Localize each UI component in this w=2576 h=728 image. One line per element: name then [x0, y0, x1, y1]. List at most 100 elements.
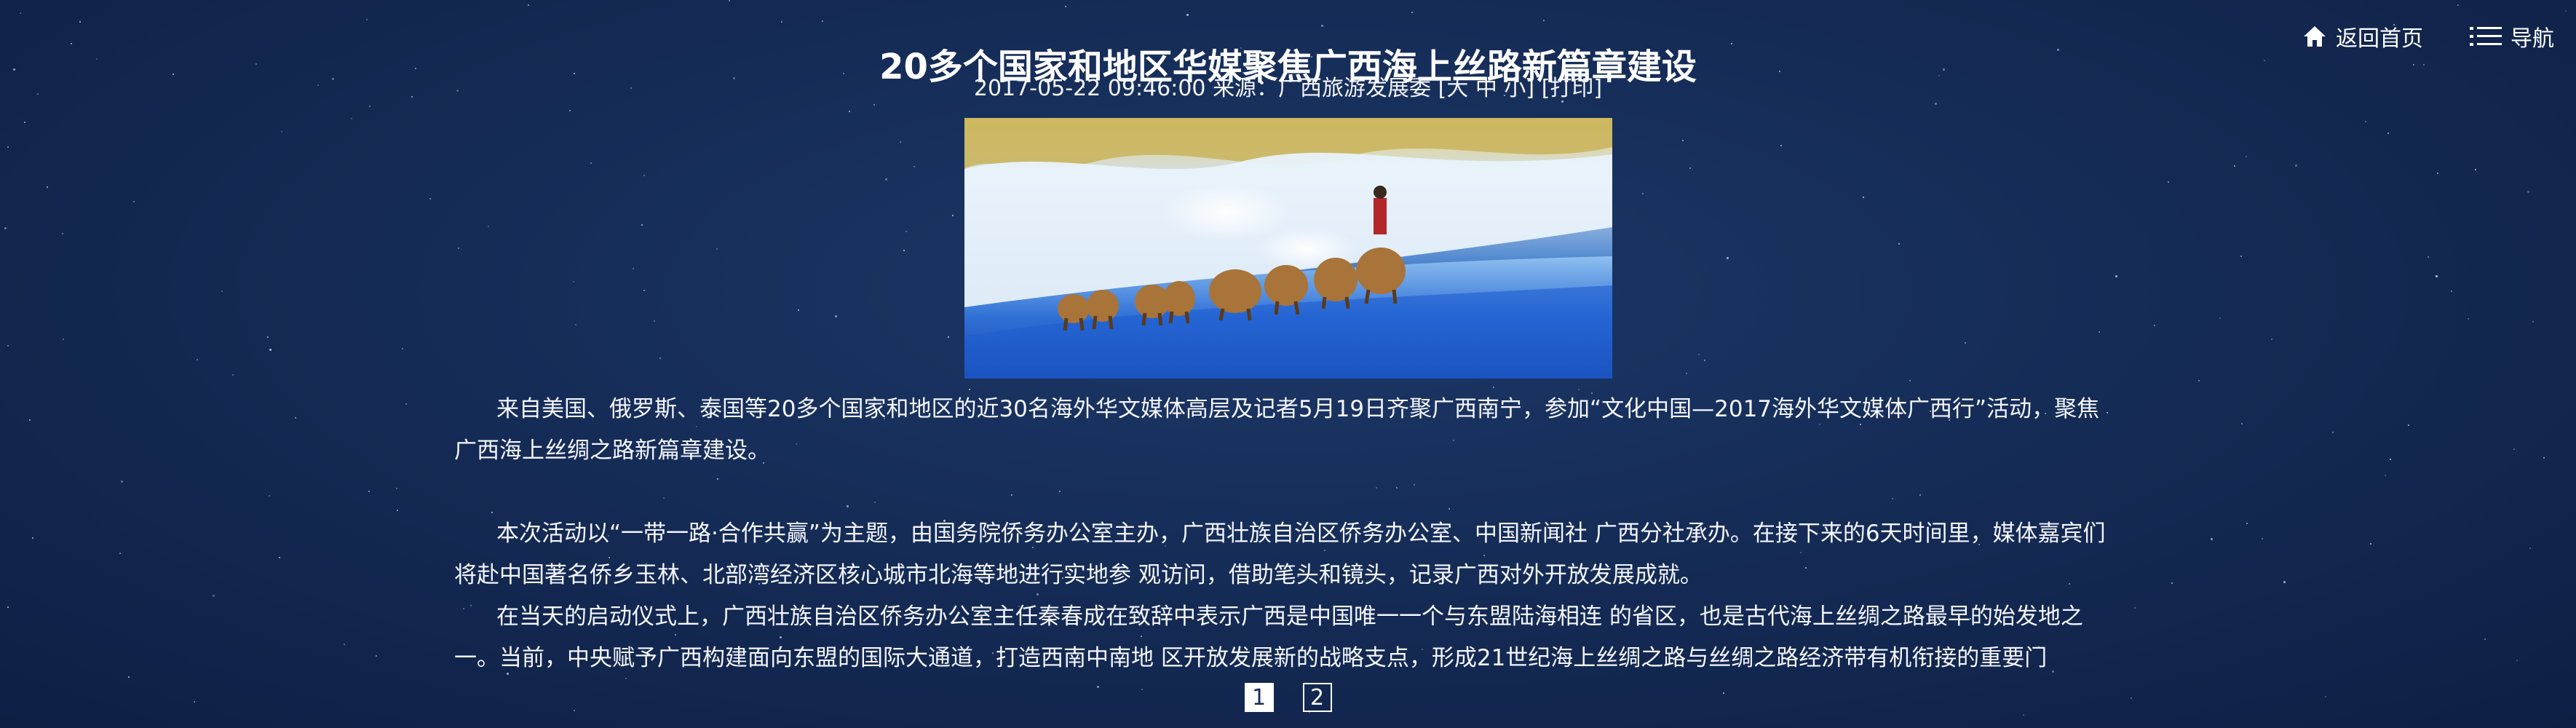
star-dot	[2283, 581, 2286, 583]
star-dot	[2527, 191, 2529, 193]
star-dot	[2513, 448, 2515, 450]
star-dot	[2219, 317, 2221, 319]
star-dot	[2115, 275, 2117, 277]
star-dot	[281, 131, 282, 132]
star-dot	[369, 106, 370, 107]
star-dot	[351, 118, 352, 119]
star-dot	[1493, 387, 1494, 388]
star-dot	[269, 495, 270, 496]
star-dot	[575, 324, 576, 325]
font-size-large-button[interactable]: 大	[1446, 76, 1468, 101]
star-dot	[873, 104, 875, 106]
star-dot	[659, 357, 661, 359]
pagination: 1 2	[0, 683, 2576, 712]
star-dot	[569, 110, 571, 111]
menu-link[interactable]: 导航	[2470, 20, 2554, 52]
article-paragraph: 在当天的启动仪式上，广西壮族自治区侨务办公室主任秦春成在致辞中表示广西是中国唯一…	[454, 604, 2083, 671]
star-dot	[63, 339, 64, 340]
star-dot	[2171, 582, 2173, 584]
star-dot	[396, 488, 397, 489]
star-dot	[1909, 380, 1911, 381]
star-dot	[1543, 20, 1545, 21]
font-size-bracket-close: ]	[1526, 76, 1535, 101]
star-dot	[366, 19, 368, 20]
star-dot	[2451, 290, 2452, 292]
star-dot	[1686, 373, 1687, 374]
star-dot	[716, 248, 718, 250]
star-dot	[232, 374, 234, 376]
page-button-1[interactable]: 1	[1244, 683, 1274, 712]
star-dot	[62, 233, 63, 234]
star-dot	[2565, 10, 2567, 12]
star-dot	[1642, 193, 1644, 194]
star-dot	[2240, 256, 2242, 257]
source-prefix: 来源：	[1213, 76, 1279, 101]
top-nav: 返回首页 导航	[2256, 20, 2554, 52]
star-dot	[798, 309, 799, 311]
star-dot	[822, 20, 823, 22]
star-dot	[32, 537, 33, 539]
star-dot	[885, 178, 887, 181]
star-dot	[344, 644, 345, 645]
star-dot	[633, 268, 634, 269]
star-dot	[573, 281, 574, 282]
star-dot	[2529, 547, 2531, 549]
star-dot	[2484, 638, 2486, 640]
star-dot	[905, 231, 907, 232]
star-dot	[900, 141, 901, 143]
star-dot	[2295, 165, 2297, 167]
article-paragraph: 本次活动以“一带一路·合作共赢”为主题，由国务院侨务办公室主办，广西壮族自治区侨…	[454, 521, 2106, 588]
page-button-2[interactable]: 2	[1302, 683, 1332, 712]
star-dot	[952, 215, 954, 216]
star-dot	[1898, 243, 1900, 245]
star-dot	[2262, 538, 2263, 539]
star-dot	[2370, 543, 2371, 545]
star-dot	[20, 12, 21, 14]
star-dot	[221, 290, 223, 292]
print-button[interactable]: [打印]	[1542, 76, 1602, 101]
star-dot	[376, 655, 377, 657]
home-link[interactable]: 返回首页	[2302, 20, 2423, 52]
star-dot	[24, 122, 25, 123]
star-dot	[2428, 256, 2429, 258]
home-icon	[2304, 26, 2326, 47]
star-dot	[2134, 607, 2136, 609]
star-dot	[528, 4, 529, 6]
star-dot	[295, 417, 296, 419]
article-image	[964, 118, 1612, 379]
star-dot	[1689, 167, 1691, 169]
star-dot	[213, 595, 215, 597]
star-dot	[643, 175, 645, 176]
star-dot	[641, 224, 643, 226]
star-dot	[79, 21, 81, 23]
star-dot	[2532, 321, 2534, 323]
star-dot	[1965, 342, 1966, 344]
star-dot	[590, 162, 592, 164]
star-dot	[7, 345, 9, 347]
star-dot	[2154, 325, 2155, 326]
star-dot	[128, 676, 130, 678]
star-dot	[1780, 145, 1782, 146]
star-dot	[197, 359, 198, 360]
font-size-medium-button[interactable]: 中	[1475, 76, 1497, 101]
star-dot	[2246, 523, 2248, 524]
star-dot	[429, 198, 431, 199]
font-size-small-button[interactable]: 小	[1504, 76, 1526, 101]
star-dot	[1411, 12, 1413, 13]
star-dot	[1682, 140, 1684, 141]
source-name: 广西旅游发展委	[1278, 76, 1432, 101]
star-dot	[458, 248, 459, 249]
star-dot	[397, 510, 398, 511]
star-dot	[2543, 457, 2545, 459]
star-dot	[1065, 6, 1066, 7]
star-dot	[2387, 132, 2389, 134]
star-dot	[1186, 14, 1189, 16]
star-dot	[1321, 25, 1323, 27]
star-dot	[1704, 360, 1705, 361]
star-dot	[2385, 475, 2386, 476]
star-dot	[1935, 103, 1937, 105]
star-dot	[1727, 257, 1729, 259]
article-paragraph: 来自美国、俄罗斯、泰国等20多个国家和地区的近30名海外华文媒体高层及记者5月1…	[454, 396, 2100, 464]
star-dot	[121, 480, 123, 483]
home-link-label: 返回首页	[2336, 26, 2423, 52]
